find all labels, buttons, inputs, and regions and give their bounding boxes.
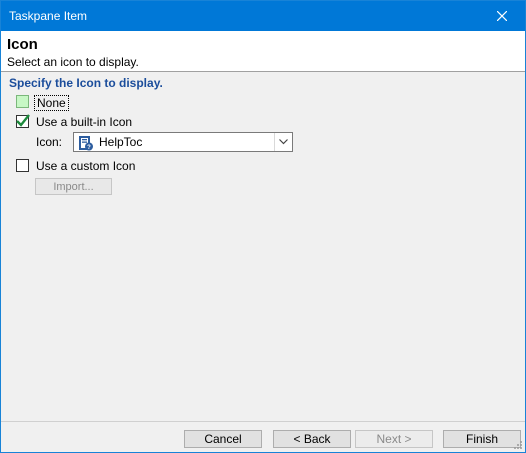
page-subtitle: Select an icon to display. [7,55,139,69]
chevron-down-icon [279,139,288,145]
close-icon [497,11,507,21]
cancel-button[interactable]: Cancel [184,430,262,448]
none-label[interactable]: None [34,95,69,111]
custom-icon-checkbox[interactable] [16,159,29,172]
custom-icon-label[interactable]: Use a custom Icon [36,159,135,173]
icon-select-dropdown-button[interactable] [274,133,292,151]
checkmark-icon [16,114,30,127]
page-header: Icon Select an icon to display. [1,31,525,72]
section-title: Specify the Icon to display. [9,76,163,90]
page-title: Icon [7,36,38,53]
resize-grip-icon[interactable] [513,440,523,450]
icon-select-value: HelpToc [99,135,143,149]
builtin-icon-checkbox[interactable] [16,114,30,128]
import-button[interactable]: Import... [35,178,112,195]
builtin-icon-label[interactable]: Use a built-in Icon [36,115,132,129]
footer-divider [1,421,525,422]
svg-text:?: ? [87,145,91,151]
icon-select-label: Icon: [36,135,63,149]
window-title: Taskpane Item [9,9,88,23]
none-checkbox[interactable] [16,95,29,108]
icon-select[interactable]: ? HelpToc [73,132,293,152]
finish-button[interactable]: Finish [443,430,521,448]
back-button[interactable]: < Back [273,430,351,448]
help-toc-icon: ? [79,136,93,151]
title-bar: Taskpane Item [1,1,525,31]
next-button[interactable]: Next > [355,430,433,448]
wizard-window: Taskpane Item Icon Select an icon to dis… [0,0,526,453]
close-button[interactable] [479,1,525,31]
